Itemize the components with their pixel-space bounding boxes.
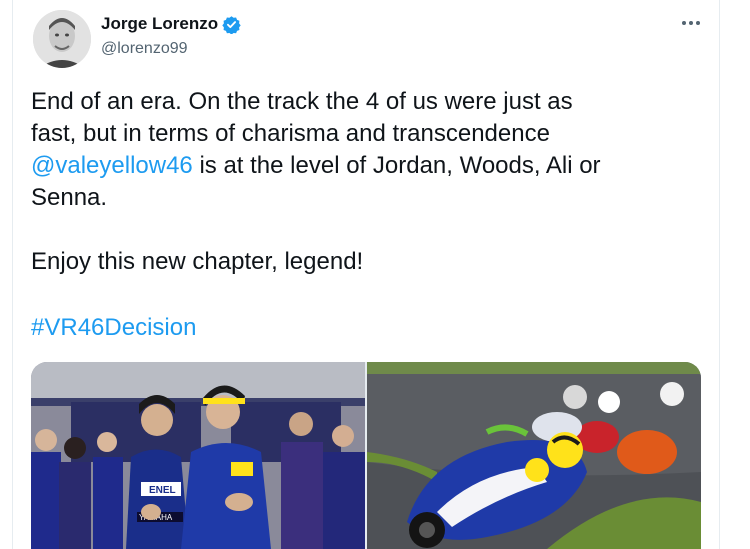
tweet-text: End of an era. On the track the 4 of us …: [31, 86, 701, 278]
author-name[interactable]: Jorge Lorenzo: [101, 14, 218, 34]
author-avatar[interactable]: [33, 10, 91, 68]
tweet-text-line: End of an era. On the track the 4 of us …: [31, 88, 573, 115]
hashtag-link[interactable]: #VR46Decision: [31, 314, 196, 342]
author-name-row[interactable]: Jorge Lorenzo: [101, 14, 241, 35]
media-photo-garage[interactable]: ENEL YAMAHA: [31, 362, 365, 549]
tweet-media: ENEL YAMAHA: [31, 362, 701, 549]
tweet-card: Jorge Lorenzo @lorenzo99 End of an era. …: [12, 0, 720, 549]
mention-link[interactable]: @valeyellow46: [31, 152, 193, 179]
media-photo-track[interactable]: [367, 362, 701, 549]
tweet-text-line: Senna.: [31, 184, 108, 211]
tweet-text-line: fast, but in terms of charisma and trans…: [31, 120, 550, 147]
tweet-text-fragment: is at the level of Jordan, Woods, Ali or: [192, 152, 601, 179]
photo-enel-text: ENEL: [149, 485, 176, 496]
author-handle[interactable]: @lorenzo99: [101, 40, 188, 58]
more-options-icon[interactable]: [679, 12, 703, 34]
tweet-text-line: @valeyellow46 is at the level of Jordan,…: [31, 150, 701, 182]
tweet-text-line: Enjoy this new chapter, legend!: [31, 248, 364, 275]
verified-badge-icon: [222, 15, 241, 35]
